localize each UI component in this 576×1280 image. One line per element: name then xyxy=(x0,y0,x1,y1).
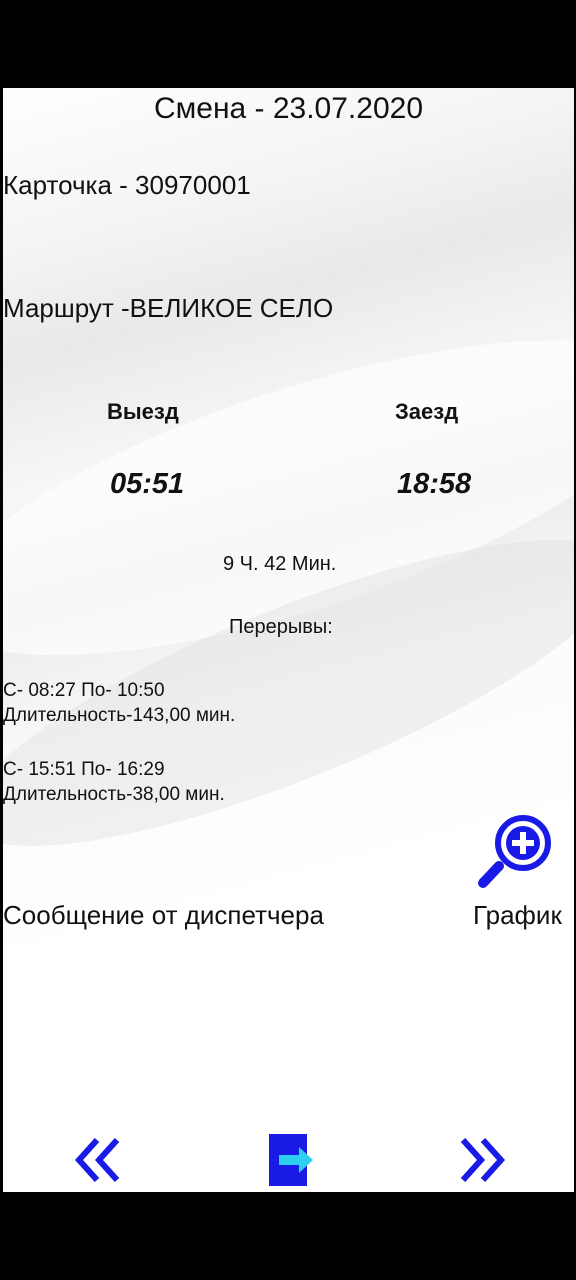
dispatcher-message-button[interactable]: Сообщение от диспетчера xyxy=(3,900,324,931)
break-length: Длительность-38,00 мин. xyxy=(3,784,225,805)
double-chevron-right-icon[interactable] xyxy=(455,1134,507,1186)
arrival-time: 18:58 xyxy=(397,468,472,500)
break-length: Длительность-143,00 мин. xyxy=(3,705,236,726)
departure-label: Выезд xyxy=(107,399,179,424)
arrival-label: Заезд xyxy=(395,399,459,424)
double-chevron-left-icon[interactable] xyxy=(73,1134,125,1186)
shift-date-title: Смена - 23.07.2020 xyxy=(153,92,424,125)
schedule-button[interactable]: График xyxy=(473,900,562,931)
exit-door-icon[interactable] xyxy=(265,1132,321,1188)
breaks-label: Перерывы: xyxy=(229,616,333,638)
route-name: Маршрут -ВЕЛИКОЕ СЕЛО xyxy=(3,293,334,323)
break-range: С- 15:51 По- 16:29 xyxy=(3,759,165,780)
break-range: С- 08:27 По- 10:50 xyxy=(3,680,165,701)
departure-time: 05:51 xyxy=(110,468,185,500)
app-screen: Смена - 23.07.2020 Карточка - 30970001 М… xyxy=(3,88,574,1192)
card-number: Карточка - 30970001 xyxy=(3,170,251,200)
shift-duration: 9 Ч. 42 Мин. xyxy=(223,553,337,575)
zoom-in-magnifier-icon[interactable] xyxy=(475,810,557,892)
